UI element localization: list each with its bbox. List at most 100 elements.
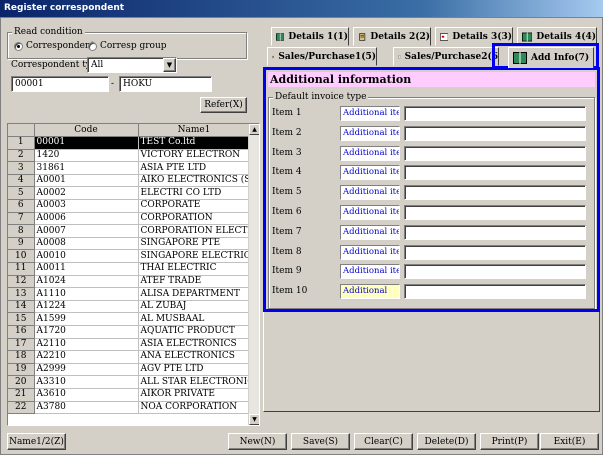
tab-sales-purchase-2[interactable]: Sales/Purchase2(6 xyxy=(393,47,499,66)
table-row[interactable]: 21 A3610 AIKOR PRIVATE xyxy=(8,388,251,402)
print-button[interactable]: Print(P) xyxy=(480,433,539,450)
code-cell: A1024 xyxy=(34,275,139,289)
tab-details-1[interactable]: Details 1(1) xyxy=(271,27,349,46)
tab-details-3[interactable]: Details 3(3) xyxy=(435,27,513,46)
name1-column-header[interactable]: Name1 xyxy=(138,124,251,138)
code-to-input[interactable]: HOKU xyxy=(119,76,212,92)
scroll-up-icon[interactable]: ▲ xyxy=(249,124,259,135)
scroll-down-icon[interactable]: ▼ xyxy=(249,414,259,425)
name1-cell: AIKOR PRIVATE xyxy=(138,388,251,402)
row-number-cell: 7 xyxy=(8,212,35,226)
table-row[interactable]: 7 A0006 CORPORATION xyxy=(8,212,251,226)
table-row[interactable]: 1 00001 TEST Co.ltd xyxy=(8,136,251,150)
additional-item-input[interactable] xyxy=(404,224,586,240)
item-label: Item 6 xyxy=(272,207,302,217)
row-number-cell: 9 xyxy=(8,237,35,251)
table-row[interactable]: 4 A0001 AIKO ELECTRONICS (S) xyxy=(8,174,251,188)
row-number-cell: 18 xyxy=(8,350,35,364)
clear-button[interactable]: Clear(C) xyxy=(354,433,413,450)
tab-sales-purchase-1[interactable]: Sales/Purchase1(5) xyxy=(267,47,377,66)
code-cell: 31861 xyxy=(34,161,139,175)
code-cell: 1420 xyxy=(34,149,139,163)
table-row[interactable]: 3 31861 ASIA PTE LTD xyxy=(8,161,251,175)
grid-vertical-scrollbar[interactable]: ▲ ▼ xyxy=(248,124,259,425)
name1-cell: AQUATIC PRODUCT xyxy=(138,325,251,339)
code-cell: A1224 xyxy=(34,300,139,314)
table-row[interactable]: 22 A3780 NOA CORPORATION xyxy=(8,401,251,415)
item-label: Item 3 xyxy=(272,147,302,158)
additional-item-input[interactable] xyxy=(404,106,586,121)
name1-cell: AL ZUBAJ xyxy=(138,300,251,314)
row-number-cell: 15 xyxy=(8,312,35,326)
code-to-value: HOKU xyxy=(123,79,153,89)
table-row[interactable]: 20 A3310 ALL STAR ELECTRONIC xyxy=(8,375,251,389)
new-button[interactable]: New(N) xyxy=(228,433,287,450)
additional-item-input[interactable] xyxy=(404,125,586,141)
row-number-cell: 11 xyxy=(8,262,35,276)
additional-item-tag: Additional item5 xyxy=(340,185,400,201)
additional-item-tag: Additional item7 xyxy=(340,224,400,240)
code-from-input[interactable]: 00001 xyxy=(11,76,109,92)
additional-item-input[interactable] xyxy=(404,205,586,220)
item-label: Item 8 xyxy=(272,246,302,257)
additional-item-tag: Additional item8 xyxy=(340,244,400,260)
table-row[interactable]: 18 A2210 ANA ELECTRONICS xyxy=(8,350,251,364)
table-row[interactable]: 8A0007CORPORATION ELECTRIC xyxy=(8,224,251,238)
table-row[interactable]: 11 A0011 THAI ELECTRIC xyxy=(8,262,251,276)
table-row[interactable]: 10 A0010 SINGAPORE ELECTRIC xyxy=(8,249,251,264)
table-row[interactable]: 9 A0008 SINGAPORE PTE xyxy=(8,237,251,251)
tab-details-4[interactable]: Details 4(4) xyxy=(517,27,597,46)
table-row[interactable]: 14 A1224 AL ZUBAJ xyxy=(8,300,251,314)
save-button[interactable]: Save(S) xyxy=(291,433,350,450)
code-column-header[interactable]: Code xyxy=(34,124,139,138)
code-cell: A0006 xyxy=(34,212,139,226)
code-range-dash: - xyxy=(111,79,115,89)
row-number-cell: 4 xyxy=(8,174,35,188)
tab-details-2[interactable]: Details 2(2) xyxy=(353,27,431,46)
corresp-group-radio[interactable]: Corresp group xyxy=(88,41,167,51)
panel-title: Additional information xyxy=(268,72,595,87)
item-label: Item 2 xyxy=(272,127,302,138)
main-window: Read condition Correspondent Corresp gro… xyxy=(0,17,603,455)
exit-button[interactable]: Exit(E) xyxy=(540,433,599,450)
correspondent-type-select[interactable]: All ▼ xyxy=(87,57,177,73)
chevron-down-icon[interactable]: ▼ xyxy=(163,58,176,72)
additional-item-input[interactable] xyxy=(404,244,586,260)
radio-unselected-icon xyxy=(88,41,97,51)
code-cell: A0001 xyxy=(34,174,139,188)
additional-item-input[interactable] xyxy=(404,145,586,161)
additional-item-input[interactable] xyxy=(404,185,586,201)
additional-item-tag: Additional item9 xyxy=(340,264,400,280)
tab-sales-purchase-1-label: Sales/Purchase1(5) xyxy=(278,51,376,62)
table-row[interactable]: 13 A1110 ALISA DEPARTMENT xyxy=(8,287,251,301)
table-row[interactable]: 19 A2999 AGV PTE LTD xyxy=(8,363,251,377)
correspondent-grid[interactable]: Code Name1 1 00001 TEST Co.ltd 2 1420 VICTORY… xyxy=(7,123,260,426)
item-label: Item 5 xyxy=(272,187,302,198)
code-cell: A3310 xyxy=(34,375,139,389)
code-cell: A1110 xyxy=(34,287,139,301)
table-row[interactable]: 16 A1720 AQUATIC PRODUCT xyxy=(8,325,251,339)
code-cell: A2210 xyxy=(34,350,139,364)
book-icon xyxy=(276,32,285,41)
table-row[interactable]: 2 1420 VICTORY ELECTRON xyxy=(8,149,251,163)
table-row[interactable]: 5 A0002 ELECTRI CO LTD xyxy=(8,186,251,201)
delete-button[interactable]: Delete(D) xyxy=(417,433,476,450)
refer-button[interactable]: Refer(X) xyxy=(200,97,247,113)
name1-cell: CORPORATION xyxy=(138,212,251,226)
additional-item-input[interactable] xyxy=(404,284,586,300)
additional-item-input[interactable] xyxy=(404,264,586,280)
name1-cell: NOA CORPORATION xyxy=(138,401,251,415)
additional-item-tag: Additional item3 xyxy=(340,145,400,161)
table-row[interactable]: 15 A1599 AL MUSBAAL xyxy=(8,312,251,326)
name1-cell: VICTORY ELECTRON xyxy=(138,149,251,163)
additional-item-tag: Additional item1 xyxy=(340,106,400,121)
name1-cell: TEST Co.ltd xyxy=(138,136,251,150)
table-row[interactable]: 6 A0003 CORPORATE xyxy=(8,199,251,213)
name12-button[interactable]: Name1/2(Z) xyxy=(7,433,66,450)
correspondent-radio[interactable]: Correspondent xyxy=(14,41,94,51)
tab-add-info[interactable]: Add Info(7) xyxy=(508,47,594,68)
code-cell: A0007 xyxy=(34,224,139,238)
table-row[interactable]: 12 A1024 ATEF TRADE xyxy=(8,275,251,289)
additional-item-input[interactable] xyxy=(404,165,586,181)
table-row[interactable]: 17 A2110 ASIA ELECTRONICS xyxy=(8,338,251,352)
